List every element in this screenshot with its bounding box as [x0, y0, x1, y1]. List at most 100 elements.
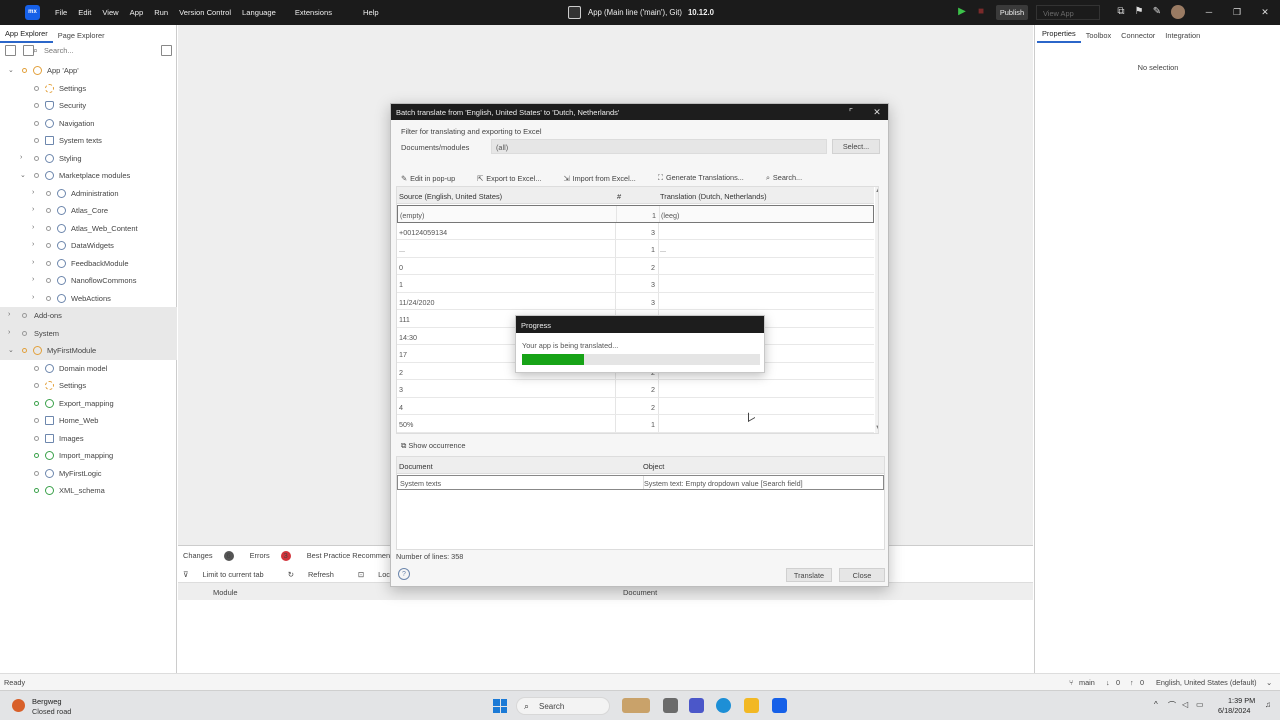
tab-page-explorer[interactable]: Page Explorer	[53, 31, 110, 43]
chevron-right-icon[interactable]: ›	[32, 241, 34, 248]
file-explorer-icon[interactable]	[744, 698, 759, 713]
collapse-all-icon[interactable]	[5, 45, 16, 56]
column-occ-object[interactable]: Object	[643, 462, 664, 471]
grid-scrollbar[interactable]	[875, 187, 878, 433]
run-locally-icon[interactable]: ▶	[955, 5, 969, 19]
menu-language[interactable]: Language	[242, 8, 276, 17]
limit-to-current-tab-button[interactable]: ⊽ Limit to current tab	[183, 570, 276, 579]
tree-item[interactable]: › WebActions	[0, 290, 177, 308]
table-row[interactable]: 42	[397, 397, 874, 415]
deploy-icon[interactable]: ⚑	[1132, 5, 1146, 19]
avatar[interactable]	[1171, 5, 1185, 19]
menu-file[interactable]: File	[55, 8, 67, 17]
chevron-right-icon[interactable]: ›	[8, 311, 10, 318]
integrations-icon[interactable]: ✎	[1150, 5, 1164, 19]
menu-help[interactable]: Help	[363, 8, 379, 17]
menu-version-control[interactable]: Version Control	[179, 8, 231, 17]
tree-item[interactable]: ⌄ Marketplace modules	[0, 167, 177, 185]
refresh-button[interactable]: ↻ Refresh	[288, 570, 346, 579]
close-button[interactable]: Close	[839, 568, 885, 582]
generate-translations-button[interactable]: ⛶ Generate Translations...	[658, 173, 755, 183]
tree-item[interactable]: Settings	[0, 377, 177, 395]
table-row[interactable]: 11/24/2020 3	[397, 292, 874, 310]
chevron-right-icon[interactable]: ›	[32, 224, 34, 231]
minimize-icon[interactable]: ─	[1201, 5, 1217, 19]
tree-item[interactable]: › Administration	[0, 185, 177, 203]
tree-item[interactable]: › System	[0, 324, 177, 342]
task-view-icon[interactable]	[663, 698, 678, 713]
tab-integration[interactable]: Integration	[1160, 31, 1205, 43]
tree-item[interactable]: › FeedbackModule	[0, 255, 177, 273]
column-occ-document[interactable]: Document	[399, 462, 433, 471]
tree-item[interactable]: › Atlas_Web_Content	[0, 220, 177, 238]
filter-icon[interactable]	[161, 45, 172, 56]
tree-item[interactable]: › NanoflowCommons	[0, 272, 177, 290]
chevron-right-icon[interactable]: ›	[32, 189, 34, 196]
stop-icon[interactable]: ■	[974, 5, 988, 19]
menu-app[interactable]: App	[130, 8, 144, 17]
translation-search-input[interactable]: ⌕ Search...	[766, 173, 813, 183]
tab-changes[interactable]: Changes 6	[183, 550, 242, 561]
share-icon[interactable]: ⧉	[1114, 5, 1128, 19]
select-button[interactable]: Select...	[832, 139, 880, 154]
menu-run[interactable]: Run	[154, 8, 168, 17]
tree-item[interactable]: Settings	[0, 80, 177, 98]
tree-item[interactable]: ⌄ MyFirstModule	[0, 342, 177, 360]
column-source[interactable]: Source (English, United States)	[399, 192, 502, 201]
tree-item[interactable]: Security	[0, 97, 177, 115]
tab-properties[interactable]: Properties	[1037, 29, 1081, 43]
restore-icon[interactable]: ❐	[1229, 5, 1245, 19]
chevron-down-icon[interactable]: ⌄	[8, 66, 14, 74]
windows-start-icon[interactable]	[493, 699, 507, 713]
help-icon[interactable]: ?	[398, 568, 410, 580]
tree-item[interactable]: Navigation	[0, 115, 177, 133]
tree-item[interactable]: XML_schema	[0, 482, 177, 500]
volume-icon[interactable]: ◁	[1182, 700, 1188, 709]
notification-bell-icon[interactable]: ♫	[1265, 700, 1271, 709]
chevron-right-icon[interactable]: ›	[20, 154, 22, 161]
tray-chevron-icon[interactable]: ^	[1154, 700, 1158, 709]
tree-item[interactable]: Home_Web	[0, 412, 177, 430]
edge-icon[interactable]	[716, 698, 731, 713]
table-row[interactable]: +00124059134 3	[397, 222, 874, 240]
menu-view[interactable]: View	[102, 8, 118, 17]
tree-item[interactable]: › Styling	[0, 150, 177, 168]
tree-item[interactable]: Domain model	[0, 360, 177, 378]
tree-item[interactable]: › Atlas_Core	[0, 202, 177, 220]
tree-item[interactable]: › Add-ons	[0, 307, 177, 325]
tree-item[interactable]: Images	[0, 430, 177, 448]
branch-name[interactable]: main	[1079, 678, 1095, 687]
edit-in-popup-button[interactable]: ✎ Edit in pop-up	[401, 174, 466, 183]
view-app-button[interactable]: View App	[1036, 5, 1100, 20]
column-count[interactable]: #	[617, 192, 621, 201]
chevron-down-icon[interactable]: ⌄	[8, 346, 14, 354]
chevron-right-icon[interactable]: ›	[32, 276, 34, 283]
tree-item[interactable]: MyFirstLogic	[0, 465, 177, 483]
language-selector[interactable]: English, United States (default)	[1156, 678, 1257, 687]
column-document[interactable]: Document	[623, 588, 657, 597]
tab-app-explorer[interactable]: App Explorer	[0, 29, 53, 43]
tab-toolbox[interactable]: Toolbox	[1081, 31, 1116, 43]
weather-icon[interactable]	[12, 699, 25, 712]
widget-icon[interactable]	[622, 698, 650, 713]
chevron-right-icon[interactable]: ›	[8, 329, 10, 336]
tab-errors[interactable]: Errors 3	[250, 550, 299, 561]
column-module[interactable]: Module	[213, 588, 238, 597]
table-row[interactable]: 02	[397, 257, 874, 275]
scroll-up-icon[interactable]: ▲	[875, 188, 878, 194]
chevron-right-icon[interactable]: ›	[32, 206, 34, 213]
export-to-excel-button[interactable]: ⇱ Export to Excel...	[477, 174, 552, 183]
menu-edit[interactable]: Edit	[78, 8, 91, 17]
import-from-excel-button[interactable]: ⇲ Import from Excel...	[563, 174, 646, 183]
tree-item[interactable]: Import_mapping	[0, 447, 177, 465]
close-icon[interactable]: ✕	[1257, 5, 1273, 19]
tree-item[interactable]: ⌄ App 'App'	[0, 62, 177, 80]
battery-icon[interactable]: ▭	[1196, 700, 1204, 709]
tree-item[interactable]: › DataWidgets	[0, 237, 177, 255]
taskbar-search[interactable]: ⌕ Search	[516, 697, 610, 715]
clock-date[interactable]: 6/18/2024	[1218, 706, 1250, 715]
show-occurrence-button[interactable]: ⧉ Show occurrence	[401, 441, 465, 451]
teams-icon[interactable]	[689, 698, 704, 713]
scroll-down-icon[interactable]: ▼	[875, 425, 878, 431]
translate-button[interactable]: Translate	[786, 568, 832, 582]
